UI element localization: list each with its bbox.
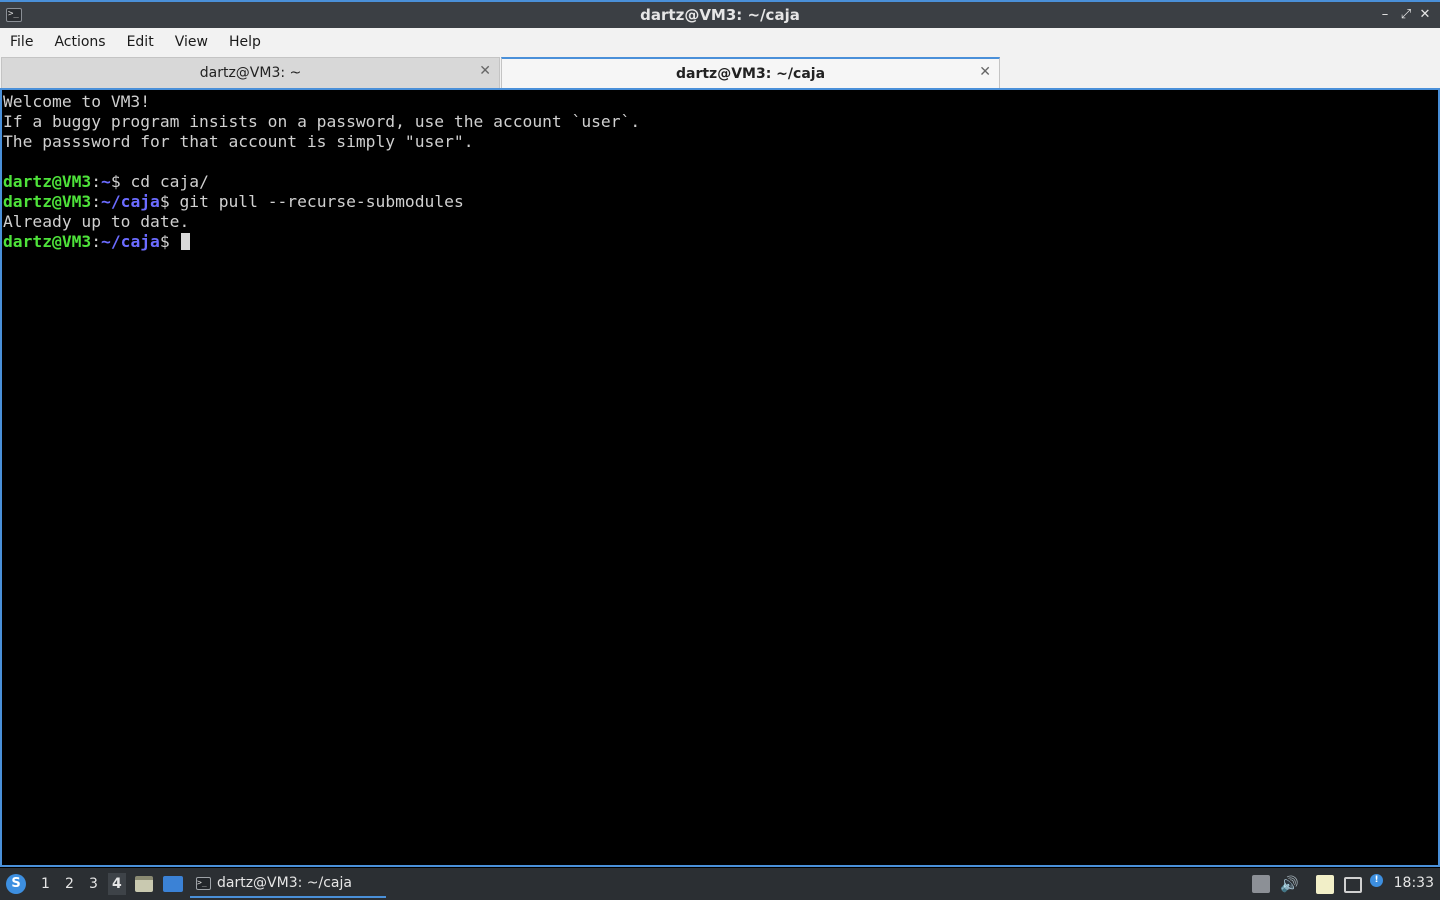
tab-home[interactable]: dartz@VM3: ~ ✕ [1, 57, 500, 88]
tab-close-icon[interactable]: ✕ [479, 63, 491, 79]
maximize-button[interactable]: ⤢ [1397, 5, 1415, 25]
motd-line: Welcome to VM3! [3, 92, 151, 111]
taskbar-window-label: dartz@VM3: ~/caja [217, 875, 352, 891]
clipboard-icon[interactable] [1316, 875, 1334, 894]
prompt-path: ~/caja [101, 192, 160, 211]
menu-edit[interactable]: Edit [127, 34, 154, 50]
prompt-path: ~ [101, 172, 111, 191]
menu-view[interactable]: View [175, 34, 208, 50]
start-menu-icon[interactable]: S [6, 874, 26, 894]
menu-bar: File Actions Edit View Help [0, 28, 1440, 56]
taskbar: S 1 2 3 4 >_ dartz@VM3: ~/caja 🔊 ! 18:33 [0, 868, 1440, 900]
command-text: cd caja/ [130, 172, 209, 191]
volume-icon[interactable]: 🔊 [1280, 875, 1299, 893]
tab-caja[interactable]: dartz@VM3: ~/caja ✕ [501, 57, 1000, 88]
close-window-button[interactable]: ✕ [1416, 5, 1434, 25]
motd-line: The passsword for that account is simply… [3, 132, 474, 151]
prompt-symbol: $ [159, 192, 180, 211]
prompt-symbol: $ [110, 172, 131, 191]
command-output: Already up to date. [3, 212, 190, 231]
desktop-switch-2[interactable]: 2 [65, 876, 74, 892]
command-line: dartz@VM3:~/caja$ git pull --recurse-sub… [3, 192, 1438, 212]
text-cursor [181, 233, 191, 250]
eject-icon[interactable] [1252, 875, 1270, 893]
prompt-symbol: $ [159, 232, 180, 251]
prompt-separator: : [91, 192, 102, 211]
desktop-switch-1[interactable]: 1 [41, 876, 50, 892]
prompt-path: ~/caja [101, 232, 160, 251]
current-prompt[interactable]: dartz@VM3:~/caja$ [3, 232, 1438, 252]
tab-label: dartz@VM3: ~/caja [675, 66, 826, 82]
prompt-user: dartz@VM3 [3, 232, 92, 251]
motd-line: If a buggy program insists on a password… [3, 112, 641, 131]
tab-bar: dartz@VM3: ~ ✕ dartz@VM3: ~/caja ✕ [0, 56, 1440, 90]
prompt-user: dartz@VM3 [3, 172, 92, 191]
tab-label: dartz@VM3: ~ [199, 65, 302, 81]
terminal-icon: >_ [196, 877, 211, 890]
network-icon[interactable] [1344, 877, 1362, 893]
window-title: dartz@VM3: ~/caja [640, 6, 800, 24]
update-notification-icon[interactable]: ! [1370, 874, 1383, 887]
menu-actions[interactable]: Actions [54, 34, 105, 50]
file-manager-icon[interactable] [135, 876, 153, 892]
command-line: dartz@VM3:~$ cd caja/ [3, 172, 1438, 192]
prompt-user: dartz@VM3 [3, 192, 92, 211]
minimize-button[interactable]: – [1376, 5, 1394, 25]
tab-close-icon[interactable]: ✕ [979, 64, 991, 80]
menu-file[interactable]: File [10, 34, 33, 50]
desktop-switch-3[interactable]: 3 [89, 876, 98, 892]
show-desktop-icon[interactable] [163, 876, 183, 892]
window-titlebar[interactable]: >_ dartz@VM3: ~/caja – ⤢ ✕ [0, 0, 1440, 28]
prompt-separator: : [91, 232, 102, 251]
clock[interactable]: 18:33 [1394, 875, 1434, 891]
command-text: git pull --recurse-submodules [179, 192, 464, 211]
desktop-switch-4[interactable]: 4 [108, 873, 126, 895]
menu-help[interactable]: Help [229, 34, 261, 50]
prompt-separator: : [91, 172, 102, 191]
terminal-output[interactable]: Welcome to VM3! If a buggy program insis… [0, 90, 1440, 867]
taskbar-window-button[interactable]: >_ dartz@VM3: ~/caja [190, 870, 386, 898]
